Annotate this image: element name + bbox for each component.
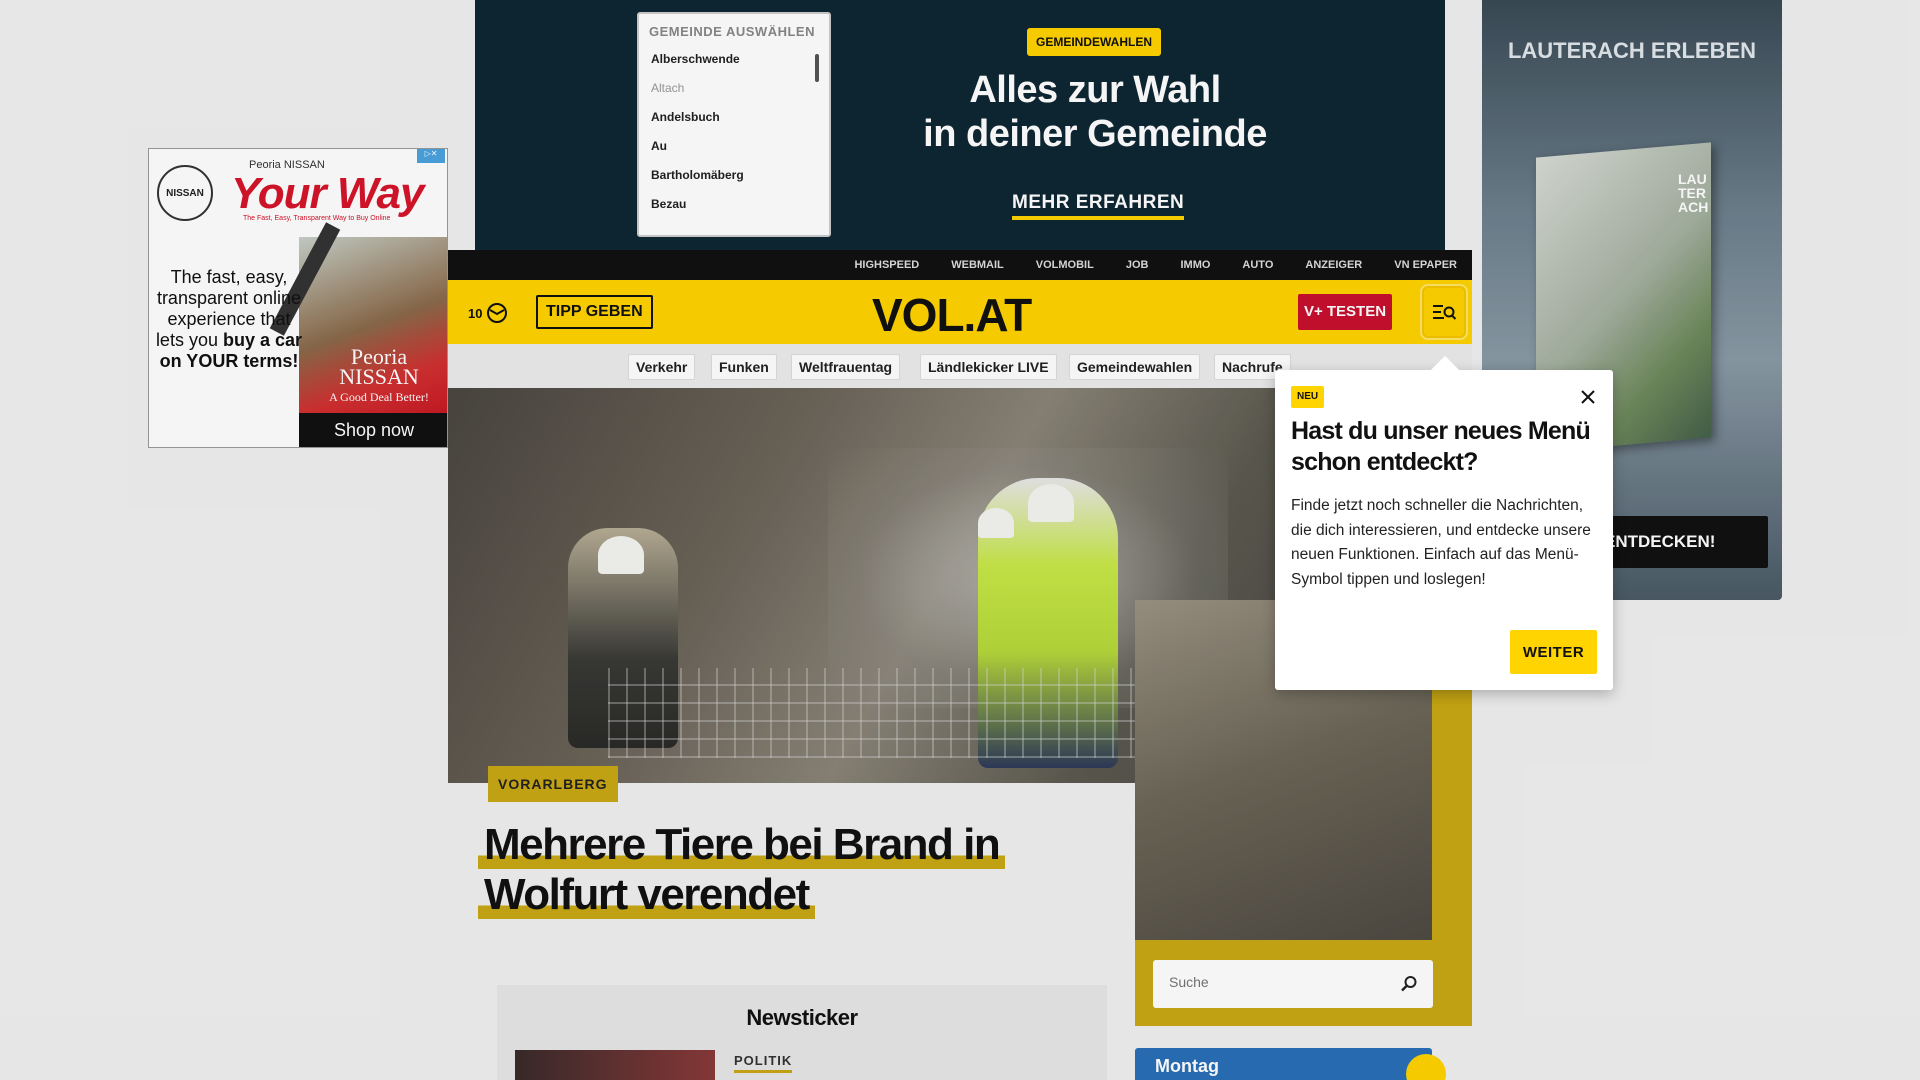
tipp-geben-button[interactable]: TIPP GEBEN: [536, 295, 653, 329]
sun-icon: [1406, 1054, 1446, 1080]
menu-search-button[interactable]: [1422, 286, 1466, 338]
ad-right-title: LAUTERACH ERLEBEN: [1507, 38, 1757, 63]
helmet-shape: [598, 536, 644, 574]
municipality-item[interactable]: Bezau: [639, 190, 829, 219]
search-box[interactable]: [1153, 960, 1433, 1008]
helmet-shape: [1028, 484, 1074, 522]
ad-dealer: Peoria NISSAN A Good Deal Better!: [329, 344, 429, 405]
popup-title: Hast du unser neues Menü schon entdeckt?: [1291, 417, 1591, 476]
category-pill[interactable]: Gemeindewahlen: [1069, 354, 1201, 380]
util-link[interactable]: HIGHSPEED: [854, 250, 919, 280]
weather-day: Montag: [1155, 1056, 1219, 1076]
search-panel: [1135, 940, 1472, 1026]
newsticker-thumbnail[interactable]: [515, 1050, 715, 1080]
article-category-tag[interactable]: VORARLBERG: [488, 766, 618, 802]
util-link[interactable]: JOB: [1126, 250, 1149, 280]
ad-shop-now-button[interactable]: Shop now: [299, 413, 447, 447]
notification-count: 10: [468, 305, 483, 321]
menu-search-icon: [1433, 305, 1457, 320]
site-header: 10 TIPP GEBEN VOL.AT V+ TESTEN: [448, 280, 1472, 344]
municipality-list-header: GEMEINDE AUSWÄHLEN: [649, 24, 815, 39]
adchoices-icon[interactable]: ▷✕: [417, 149, 445, 163]
book-cover-text: LAU TER ACH: [1678, 171, 1709, 215]
category-pill[interactable]: Funken: [711, 354, 777, 380]
util-link[interactable]: AUTO: [1242, 250, 1273, 280]
nissan-ad[interactable]: NISSAN Peoria NISSAN Your Way The Fast, …: [148, 148, 448, 448]
utility-bar: HIGHSPEED WEBMAIL VOLMOBIL JOB IMMO AUTO…: [448, 250, 1472, 280]
helmet-shape: [978, 508, 1014, 538]
gemeindewahlen-banner[interactable]: GEMEINDE AUSWÄHLEN Alberschwende Altach …: [475, 0, 1445, 250]
municipality-item[interactable]: Andelsbuch: [639, 103, 829, 132]
newsticker-category[interactable]: POLITIK: [734, 1053, 793, 1073]
municipality-list[interactable]: GEMEINDE AUSWÄHLEN Alberschwende Altach …: [637, 12, 831, 237]
popup-body: Finde jetzt noch schneller die Nachricht…: [1291, 497, 1591, 588]
category-pill[interactable]: Weltfrauentag: [791, 354, 901, 380]
close-icon[interactable]: [1577, 386, 1599, 408]
new-badge: NEU: [1291, 386, 1325, 408]
util-link[interactable]: WEBMAIL: [951, 250, 1004, 280]
site-logo[interactable]: VOL.AT: [872, 288, 1032, 342]
util-link[interactable]: VN EPAPER: [1394, 250, 1457, 280]
weather-widget[interactable]: Montag: [1135, 1048, 1446, 1080]
ad-right-cta-button[interactable]: ENTDECKEN!: [1592, 516, 1768, 568]
category-pill[interactable]: Ländlekicker LIVE: [920, 354, 1057, 380]
article-headline[interactable]: Mehrere Tiere bei Brand in Wolfurt veren…: [478, 820, 1038, 920]
util-link[interactable]: ANZEIGER: [1305, 250, 1362, 280]
newsticker-section: Newsticker POLITIK: [497, 985, 1107, 1080]
banner-badge: GEMEINDEWAHLEN: [1027, 28, 1162, 56]
banner-cta-link[interactable]: MEHR ERFAHREN: [1012, 192, 1185, 220]
clock-icon: [487, 303, 508, 323]
search-input[interactable]: [1169, 974, 1389, 990]
category-pill[interactable]: Verkehr: [628, 354, 696, 380]
list-scrollbar[interactable]: [815, 54, 819, 82]
util-link[interactable]: IMMO: [1180, 250, 1210, 280]
search-icon[interactable]: [1399, 974, 1419, 994]
vplus-test-button[interactable]: V+ TESTEN: [1298, 294, 1392, 330]
municipality-item[interactable]: Alberschwende: [639, 45, 829, 74]
ad-headline: Your Way: [231, 169, 424, 218]
municipality-item[interactable]: Au: [639, 132, 829, 161]
util-link[interactable]: VOLMOBIL: [1036, 250, 1094, 280]
banner-title: Alles zur Wahl in deiner Gemeinde: [923, 69, 1267, 155]
ad-tagline: The Fast, Easy, Transparent Way to Buy O…: [243, 215, 391, 222]
ad-body: The fast, easy, transparent online exper…: [155, 267, 303, 371]
newsticker-title: Newsticker: [746, 1005, 858, 1030]
municipality-item[interactable]: Bartholomäberg: [639, 161, 829, 190]
new-menu-popup: NEU Hast du unser neues Menü schon entde…: [1275, 355, 1613, 690]
weiter-button[interactable]: WEITER: [1510, 630, 1597, 674]
notification-counter[interactable]: 10: [468, 302, 508, 324]
ad-photo: [299, 237, 447, 437]
nissan-logo: NISSAN: [157, 165, 213, 221]
municipality-item[interactable]: Altach: [639, 74, 829, 103]
